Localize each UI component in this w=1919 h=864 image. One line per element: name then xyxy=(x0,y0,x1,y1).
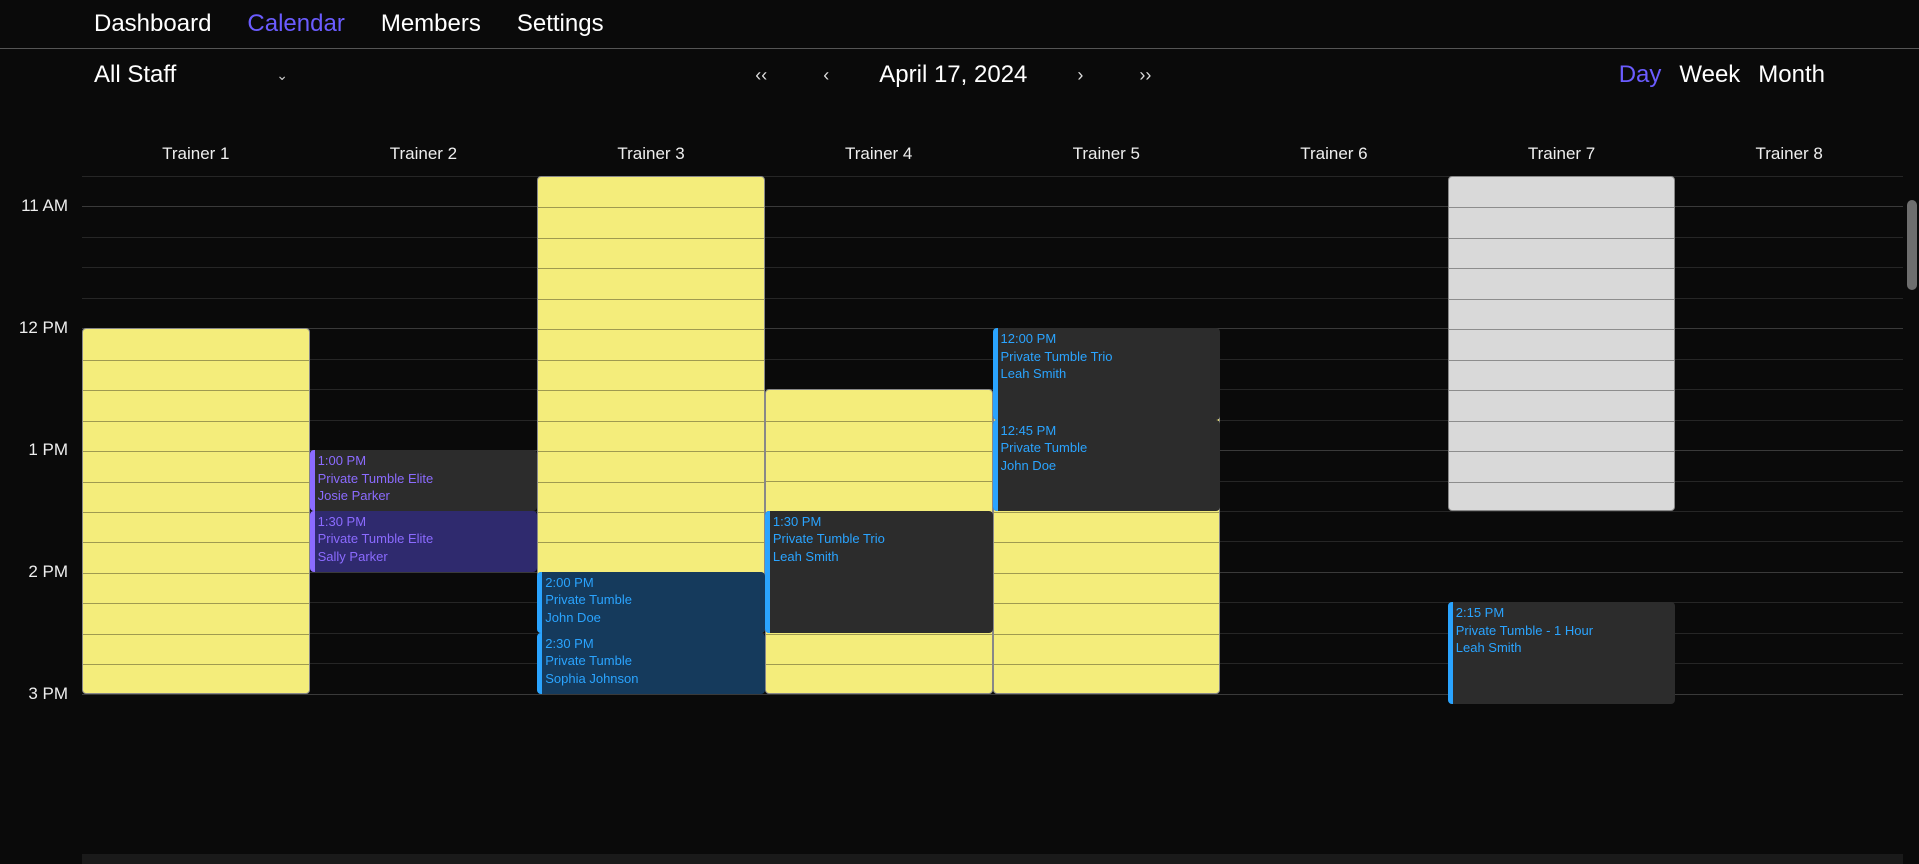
event-line: Private Tumble Elite xyxy=(318,530,534,548)
trainer-column-header: Trainer 2 xyxy=(310,140,538,176)
event-line: Private Tumble Elite xyxy=(318,470,534,488)
time-label: 12 PM xyxy=(19,318,68,338)
event-line: 12:45 PM xyxy=(1001,422,1217,440)
event-line: John Doe xyxy=(545,609,761,627)
event-line: Private Tumble Trio xyxy=(773,530,989,548)
event-line: 1:30 PM xyxy=(773,513,989,531)
next-button[interactable]: › xyxy=(1071,65,1089,86)
view-week-button[interactable]: Week xyxy=(1679,61,1740,89)
event-line: Leah Smith xyxy=(773,548,989,566)
trainer-column-header: Trainer 6 xyxy=(1220,140,1448,176)
date-navigator: ‹‹ ‹ April 17, 2024 › ›› xyxy=(288,61,1619,89)
availability-block[interactable] xyxy=(537,176,765,633)
nav-settings[interactable]: Settings xyxy=(517,10,604,38)
time-label: 3 PM xyxy=(28,684,68,704)
availability-block[interactable] xyxy=(82,328,310,693)
nav-calendar[interactable]: Calendar xyxy=(247,10,344,38)
event-line: Private Tumble xyxy=(545,652,761,670)
trainer-column-header: Trainer 7 xyxy=(1448,140,1676,176)
calendar-event[interactable]: 2:30 PMPrivate TumbleSophia Johnson xyxy=(537,633,765,694)
event-line: 2:00 PM xyxy=(545,574,761,592)
calendar-grid[interactable]: 12:00 PMPrivate Tumble TrioLeah Smith12:… xyxy=(82,176,1903,854)
view-month-button[interactable]: Month xyxy=(1758,61,1825,89)
trainer-column-header: Trainer 3 xyxy=(537,140,765,176)
availability-block[interactable] xyxy=(1448,176,1676,511)
event-line: Leah Smith xyxy=(1001,365,1217,383)
time-label: 11 AM xyxy=(21,196,68,216)
time-label: 1 PM xyxy=(28,440,68,460)
event-line: Leah Smith xyxy=(1456,639,1672,657)
calendar-event[interactable]: 12:45 PMPrivate TumbleJohn Doe xyxy=(993,420,1221,511)
staff-filter-label: All Staff xyxy=(94,61,176,89)
prev-button[interactable]: ‹ xyxy=(817,65,835,86)
calendar-event[interactable]: 2:15 PMPrivate Tumble - 1 HourLeah Smith xyxy=(1448,602,1676,704)
nav-members[interactable]: Members xyxy=(381,10,481,38)
event-line: Sophia Johnson xyxy=(545,670,761,688)
view-day-button[interactable]: Day xyxy=(1619,61,1662,89)
event-line: 2:15 PM xyxy=(1456,604,1672,622)
event-line: 1:30 PM xyxy=(318,513,534,531)
nav-dashboard[interactable]: Dashboard xyxy=(94,10,211,38)
calendar-event[interactable]: 2:00 PMPrivate TumbleJohn Doe xyxy=(537,572,765,633)
top-nav: Dashboard Calendar Members Settings xyxy=(0,0,1919,49)
event-line: Josie Parker xyxy=(318,487,534,505)
event-line: 2:30 PM xyxy=(545,635,761,653)
event-line: Private Tumble xyxy=(1001,439,1217,457)
calendar-toolbar: All Staff ⌄ ‹‹ ‹ April 17, 2024 › ›› Day… xyxy=(0,49,1919,97)
trainer-column-header: Trainer 4 xyxy=(765,140,993,176)
calendar-area: Trainer 1Trainer 2Trainer 3Trainer 4Trai… xyxy=(0,140,1919,864)
calendar-event[interactable]: 1:30 PMPrivate Tumble EliteSally Parker xyxy=(310,511,538,572)
trainer-header-row: Trainer 1Trainer 2Trainer 3Trainer 4Trai… xyxy=(82,140,1903,176)
calendar-event[interactable]: 1:30 PMPrivate Tumble TrioLeah Smith xyxy=(765,511,993,633)
trainer-column-header: Trainer 1 xyxy=(82,140,310,176)
chevron-down-icon: ⌄ xyxy=(276,67,288,84)
event-line: Sally Parker xyxy=(318,548,534,566)
event-line: 1:00 PM xyxy=(318,452,534,470)
event-line: John Doe xyxy=(1001,457,1217,475)
event-line: 12:00 PM xyxy=(1001,330,1217,348)
staff-filter-select[interactable]: All Staff ⌄ xyxy=(94,61,288,89)
trainer-column-header: Trainer 5 xyxy=(993,140,1221,176)
horizontal-scrollbar[interactable] xyxy=(82,854,1903,864)
calendar-event[interactable]: 1:00 PMPrivate Tumble EliteJosie Parker xyxy=(310,450,538,511)
calendar-event[interactable]: 12:00 PMPrivate Tumble TrioLeah Smith xyxy=(993,328,1221,419)
vertical-scrollbar[interactable] xyxy=(1907,200,1917,290)
next-fast-button[interactable]: ›› xyxy=(1133,65,1157,86)
view-switch: Day Week Month xyxy=(1619,61,1825,89)
time-label: 2 PM xyxy=(28,562,68,582)
event-line: Private Tumble Trio xyxy=(1001,348,1217,366)
event-line: Private Tumble - 1 Hour xyxy=(1456,622,1672,640)
current-date-label: April 17, 2024 xyxy=(879,61,1027,89)
time-gutter: 11 AM 12 PM 1 PM 2 PM 3 PM xyxy=(0,176,82,854)
trainer-column-header: Trainer 8 xyxy=(1675,140,1903,176)
event-line: Private Tumble xyxy=(545,591,761,609)
prev-fast-button[interactable]: ‹‹ xyxy=(749,65,773,86)
